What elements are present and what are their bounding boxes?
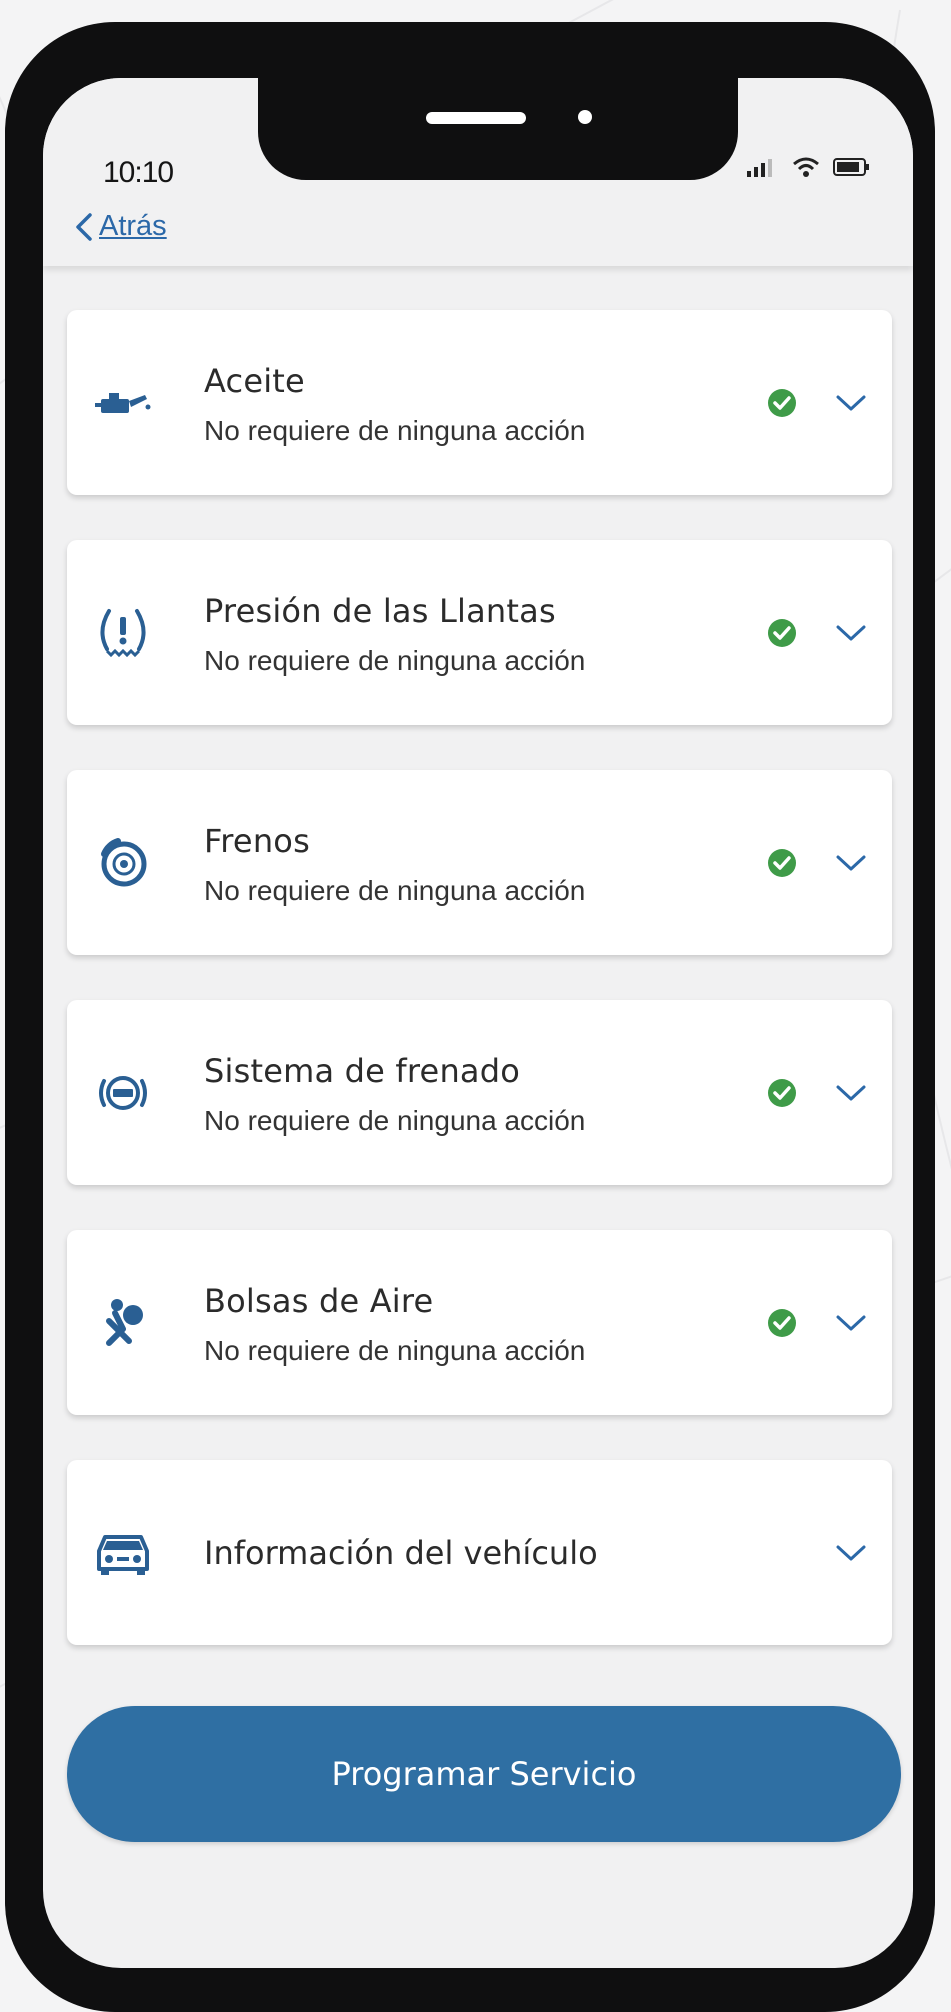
wifi-icon: [793, 157, 819, 177]
card-status: No requiere de ninguna acción: [204, 645, 586, 676]
chevron-down-icon[interactable]: [835, 853, 867, 873]
car-info-icon: [92, 1522, 154, 1584]
chevron-down-icon[interactable]: [835, 1313, 867, 1333]
card-title: Presión de las Llantas: [204, 592, 556, 630]
card-sistema-frenado[interactable]: Sistema de frenado No requiere de ningun…: [67, 1000, 892, 1185]
brake-disc-icon: [92, 832, 154, 894]
app-screen: 10:10 Atrás Aceite No requiere de ningun…: [43, 78, 913, 1968]
chevron-down-icon[interactable]: [835, 1543, 867, 1563]
check-circle-icon: [768, 1308, 796, 1337]
status-icons: [745, 156, 871, 178]
back-label: Atrás: [99, 210, 167, 242]
airbag-icon: [92, 1292, 154, 1354]
card-status: No requiere de ninguna acción: [204, 415, 586, 446]
battery-icon: [833, 158, 869, 176]
card-title: Frenos: [204, 822, 310, 860]
card-status: No requiere de ninguna acción: [204, 1335, 586, 1366]
chevron-down-icon[interactable]: [835, 623, 867, 643]
chevron-down-icon[interactable]: [835, 393, 867, 413]
card-presion-llantas[interactable]: Presión de las Llantas No requiere de ni…: [67, 540, 892, 725]
status-time: 10:10: [103, 156, 174, 189]
schedule-service-button[interactable]: Programar Servicio: [67, 1706, 901, 1842]
chevron-down-icon[interactable]: [835, 1083, 867, 1103]
card-status: No requiere de ninguna acción: [204, 1105, 586, 1136]
check-circle-icon: [768, 1078, 796, 1107]
chevron-left-icon: [76, 212, 92, 241]
card-bolsas-aire[interactable]: Bolsas de Aire No requiere de ninguna ac…: [67, 1230, 892, 1415]
check-circle-icon: [768, 618, 796, 647]
card-status: No requiere de ninguna acción: [204, 875, 586, 906]
top-bar: 10:10 Atrás: [43, 78, 913, 266]
tire-pressure-icon: [92, 602, 154, 664]
abs-icon: [92, 1062, 154, 1124]
check-circle-icon: [768, 388, 796, 417]
card-title: Bolsas de Aire: [204, 1282, 434, 1320]
card-title: Aceite: [204, 362, 305, 400]
card-title: Sistema de frenado: [204, 1052, 521, 1090]
card-aceite[interactable]: Aceite No requiere de ninguna acción: [67, 310, 892, 495]
phone-frame: 10:10 Atrás Aceite No requiere de ningun…: [5, 22, 935, 2012]
oil-can-icon: [92, 372, 154, 434]
check-circle-icon: [768, 848, 796, 877]
signal-icon: [747, 159, 772, 177]
front-camera: [578, 110, 592, 124]
back-button[interactable]: Atrás: [73, 210, 167, 243]
speaker: [426, 112, 526, 124]
card-frenos[interactable]: Frenos No requiere de ninguna acción: [67, 770, 892, 955]
notch: [258, 78, 738, 180]
card-informacion-vehiculo[interactable]: Información del vehículo: [67, 1460, 892, 1645]
card-title: Información del vehículo: [204, 1533, 598, 1572]
